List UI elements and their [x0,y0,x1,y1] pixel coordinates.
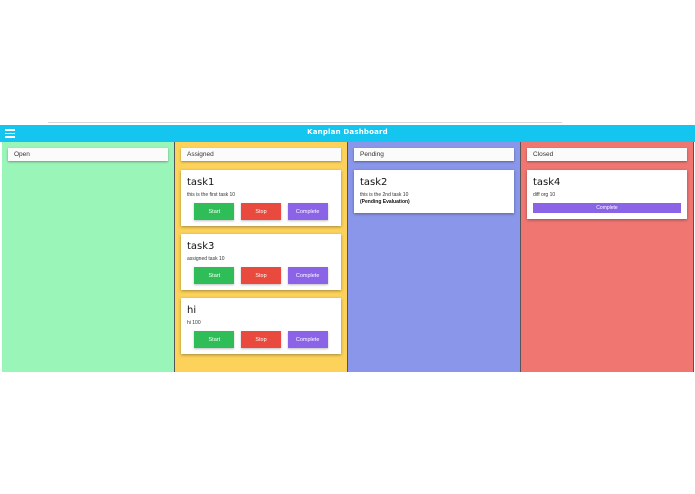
task-description: this is the first task 10 [187,192,236,198]
column-header-open: Open [8,148,168,161]
task-card: task1 this is the first task 10 Start St… [181,170,341,226]
task-description: assigned task 10 [187,256,225,262]
task-card: task2 this is the 2nd task 10 (Pending E… [354,170,514,213]
task-card: task3 assigned task 10 Start Stop Comple… [181,234,341,290]
task-title: task1 [187,177,215,188]
task-title: task3 [187,241,215,252]
column-header-closed: Closed [527,148,687,161]
task-actions: Start Stop Complete [187,331,335,348]
column-header-pending: Pending [354,148,514,161]
stop-button[interactable]: Stop [240,331,281,348]
column-closed: Closed task4 diff org 10 Complete [521,142,694,372]
task-title: hi [187,305,197,316]
column-open: Open [2,142,175,372]
column-assigned: Assigned task1 this is the first task 10… [175,142,348,372]
task-card: task4 diff org 10 Complete [527,170,687,219]
task-card: hi hi 100 Start Stop Complete [181,298,341,354]
task-description: this is the 2nd task 10 [360,192,409,198]
pending-status-note: (Pending Evaluation) [360,199,410,205]
complete-button[interactable]: Complete [287,203,328,220]
complete-button[interactable]: Complete [533,203,681,213]
column-header-assigned: Assigned [181,148,341,161]
start-button[interactable]: Start [194,267,235,284]
complete-button[interactable]: Complete [287,331,328,348]
start-button[interactable]: Start [194,203,235,220]
task-description: hi 100 [187,320,201,326]
top-divider [48,122,562,123]
task-title: task2 [360,177,388,188]
stop-button[interactable]: Stop [240,267,281,284]
task-actions: Start Stop Complete [187,203,335,220]
column-pending: Pending task2 this is the 2nd task 10 (P… [348,142,521,372]
task-actions: Start Stop Complete [187,267,335,284]
kanban-board: Open Assigned task1 this is the first ta… [2,142,694,372]
start-button[interactable]: Start [194,331,235,348]
page-title: Kanplan Dashboard [307,128,388,136]
complete-button[interactable]: Complete [287,267,328,284]
stop-button[interactable]: Stop [240,203,281,220]
navbar: Kanplan Dashboard [0,125,695,142]
task-description: diff org 10 [533,192,556,198]
task-title: task4 [533,177,561,188]
